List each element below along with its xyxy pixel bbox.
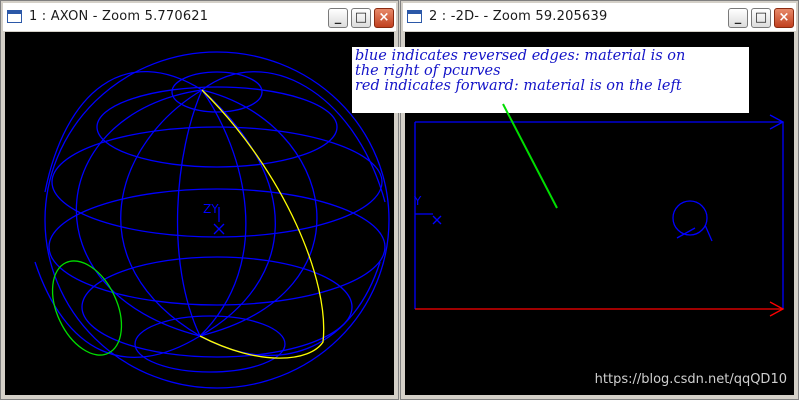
- sphere-wireframe: ZY: [34, 51, 390, 389]
- maximize-button[interactable]: □: [351, 8, 371, 28]
- axis-label: Y: [413, 194, 422, 208]
- annotation-note: blue indicates reversed edges: material …: [352, 47, 749, 113]
- 2d-view-titlebar[interactable]: 2 : -2D- - Zoom 59.205639 _ □ ×: [403, 3, 796, 31]
- hole-pcurve: [672, 200, 708, 236]
- minimize-button[interactable]: _: [328, 8, 348, 28]
- axon-view-title: 1 : AXON - Zoom 5.770621: [29, 9, 209, 24]
- 2d-view-title: 2 : -2D- - Zoom 59.205639: [429, 9, 608, 24]
- circular-hole-edge: [51, 260, 123, 356]
- close-button[interactable]: ×: [774, 8, 794, 28]
- seam-edge: [199, 89, 325, 359]
- meridian-line: [199, 261, 381, 357]
- origin-axis-marker: [415, 213, 442, 225]
- maximize-button[interactable]: □: [751, 8, 771, 28]
- minimize-button[interactable]: _: [728, 8, 748, 28]
- window-app-icon: [407, 10, 422, 23]
- meridian-line: [44, 71, 203, 193]
- close-button[interactable]: ×: [374, 8, 394, 28]
- watermark-text: https://blog.csdn.net/qqQD10: [594, 372, 787, 387]
- window-app-icon: [7, 10, 22, 23]
- axon-view-titlebar[interactable]: 1 : AXON - Zoom 5.770621 _ □ ×: [3, 3, 396, 31]
- annotation-line: blue indicates reversed edges: material …: [355, 48, 686, 64]
- latitude-line: [51, 126, 383, 238]
- axis-label: ZY: [203, 202, 219, 216]
- axon-view-window[interactable]: 1 : AXON - Zoom 5.770621 _ □ × ZY: [0, 0, 399, 400]
- latitude-line: [81, 256, 353, 358]
- annotation-line: the right of pcurves: [355, 63, 501, 79]
- axon-viewport[interactable]: ZY: [5, 32, 394, 395]
- annotation-line: red indicates forward: material is on th…: [355, 78, 682, 94]
